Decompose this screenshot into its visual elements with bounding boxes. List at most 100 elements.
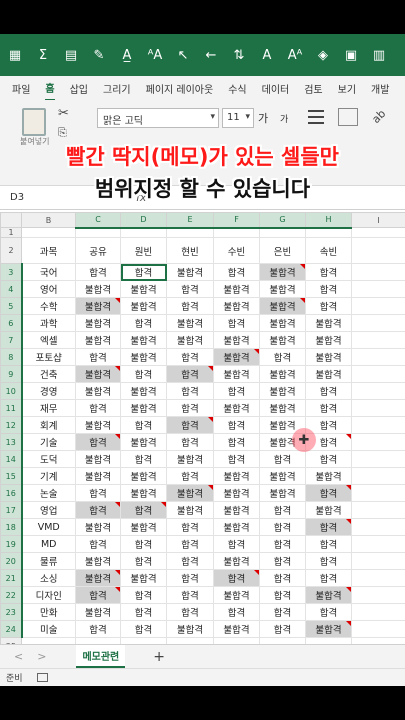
- result-cell[interactable]: 불합격: [213, 348, 260, 366]
- result-cell[interactable]: 합격: [75, 620, 121, 638]
- result-cell[interactable]: 합격: [259, 569, 306, 587]
- result-cell[interactable]: 불합격: [166, 314, 214, 332]
- result-cell[interactable]: 합격: [166, 365, 214, 383]
- row-header[interactable]: 22: [0, 586, 23, 604]
- result-cell[interactable]: 합격: [166, 535, 214, 553]
- result-cell[interactable]: 합격: [166, 467, 214, 485]
- macro-record-icon[interactable]: [36, 673, 48, 682]
- tab-7[interactable]: 검토: [304, 77, 322, 100]
- cell[interactable]: [351, 586, 405, 604]
- result-cell[interactable]: 합격: [259, 620, 306, 638]
- orientation-icon[interactable]: ab: [369, 107, 388, 126]
- result-cell[interactable]: 합격: [75, 263, 121, 281]
- row-header[interactable]: 17: [0, 501, 23, 519]
- result-cell[interactable]: 합격: [305, 263, 352, 281]
- result-cell[interactable]: 불합격: [213, 467, 260, 485]
- row-header[interactable]: 5: [0, 297, 23, 315]
- result-cell[interactable]: 합격: [166, 382, 214, 400]
- row-header[interactable]: 20: [0, 552, 23, 570]
- column-header[interactable]: F: [213, 212, 260, 229]
- result-cell[interactable]: 합격: [166, 433, 214, 451]
- result-cell[interactable]: 합격: [120, 586, 167, 604]
- cell[interactable]: [351, 348, 405, 366]
- cell[interactable]: [351, 297, 405, 315]
- subject-cell[interactable]: 수학: [21, 297, 76, 315]
- result-cell[interactable]: 합격: [75, 399, 121, 417]
- result-cell[interactable]: 합격: [213, 433, 260, 451]
- subject-cell[interactable]: 포토샵: [21, 348, 76, 366]
- result-cell[interactable]: 합격: [166, 518, 214, 536]
- result-cell[interactable]: 합격: [120, 501, 167, 519]
- result-cell[interactable]: 합격: [213, 569, 260, 587]
- row-header[interactable]: 23: [0, 603, 23, 621]
- subject-cell[interactable]: 논술: [21, 484, 76, 502]
- subject-cell[interactable]: 소싱: [21, 569, 76, 587]
- cell[interactable]: [21, 227, 76, 238]
- result-cell[interactable]: 불합격: [75, 416, 121, 434]
- cell[interactable]: [213, 227, 260, 238]
- cell[interactable]: [351, 535, 405, 553]
- cell[interactable]: [351, 416, 405, 434]
- result-cell[interactable]: 합격: [166, 348, 214, 366]
- result-cell[interactable]: 합격: [166, 399, 214, 417]
- borders-icon[interactable]: ▣: [340, 44, 362, 66]
- sheet-tab-memo[interactable]: 메모관련: [76, 645, 126, 668]
- row-header[interactable]: 2: [0, 237, 22, 264]
- result-cell[interactable]: 불합격: [305, 501, 352, 519]
- column-title[interactable]: 과목: [21, 237, 76, 264]
- result-cell[interactable]: 불합격: [120, 569, 167, 587]
- subject-cell[interactable]: 건축: [21, 365, 76, 383]
- calculator-icon[interactable]: ▤: [60, 44, 82, 66]
- result-cell[interactable]: 불합격: [166, 501, 214, 519]
- result-cell[interactable]: 불합격: [305, 365, 352, 383]
- result-cell[interactable]: 합격: [166, 280, 214, 298]
- result-cell[interactable]: 합격: [166, 569, 214, 587]
- result-cell[interactable]: 합격: [120, 263, 167, 281]
- result-cell[interactable]: 불합격: [120, 348, 167, 366]
- result-cell[interactable]: 합격: [120, 535, 167, 553]
- result-cell[interactable]: 합격: [213, 535, 260, 553]
- result-cell[interactable]: 불합격: [166, 450, 214, 468]
- select-all-corner[interactable]: [0, 212, 22, 228]
- result-cell[interactable]: 불합격: [305, 620, 352, 638]
- result-cell[interactable]: 불합격: [259, 297, 306, 315]
- column-header[interactable]: G: [259, 212, 306, 229]
- result-cell[interactable]: 불합격: [120, 518, 167, 536]
- cell[interactable]: [351, 467, 405, 485]
- result-cell[interactable]: 합격: [305, 280, 352, 298]
- result-cell[interactable]: 불합격: [166, 620, 214, 638]
- result-cell[interactable]: 불합격: [75, 382, 121, 400]
- cell[interactable]: [259, 227, 306, 238]
- cell[interactable]: [351, 552, 405, 570]
- result-cell[interactable]: 합격: [75, 501, 121, 519]
- grow-font-icon[interactable]: ᴬA: [144, 44, 166, 66]
- result-cell[interactable]: 불합격: [213, 620, 260, 638]
- result-cell[interactable]: 합격: [305, 518, 352, 536]
- result-cell[interactable]: 합격: [166, 552, 214, 570]
- copy-icon[interactable]: ⎘: [58, 126, 67, 140]
- tab-2[interactable]: 삽입: [70, 77, 88, 100]
- result-cell[interactable]: 불합격: [259, 314, 306, 332]
- result-cell[interactable]: 불합격: [213, 552, 260, 570]
- subject-cell[interactable]: 경영: [21, 382, 76, 400]
- result-cell[interactable]: 불합격: [75, 280, 121, 298]
- subject-cell[interactable]: 디자인: [21, 586, 76, 604]
- cell[interactable]: [351, 263, 405, 281]
- result-cell[interactable]: 불합격: [259, 399, 306, 417]
- cell[interactable]: [351, 331, 405, 349]
- subject-cell[interactable]: 물류: [21, 552, 76, 570]
- column-header[interactable]: D: [120, 212, 167, 229]
- align-top-icon[interactable]: [308, 110, 324, 124]
- result-cell[interactable]: 불합격: [259, 280, 306, 298]
- result-cell[interactable]: 합격: [166, 586, 214, 604]
- row-header[interactable]: 9: [0, 365, 23, 383]
- cell[interactable]: [305, 227, 352, 238]
- tab-1[interactable]: 홈: [45, 76, 55, 101]
- paste-icon[interactable]: [22, 108, 46, 136]
- result-cell[interactable]: 합격: [305, 399, 352, 417]
- result-cell[interactable]: 불합격: [213, 586, 260, 604]
- result-cell[interactable]: 합격: [75, 586, 121, 604]
- subject-cell[interactable]: 기계: [21, 467, 76, 485]
- sum-icon[interactable]: Σ: [32, 44, 54, 66]
- font-color-icon[interactable]: A: [256, 44, 278, 66]
